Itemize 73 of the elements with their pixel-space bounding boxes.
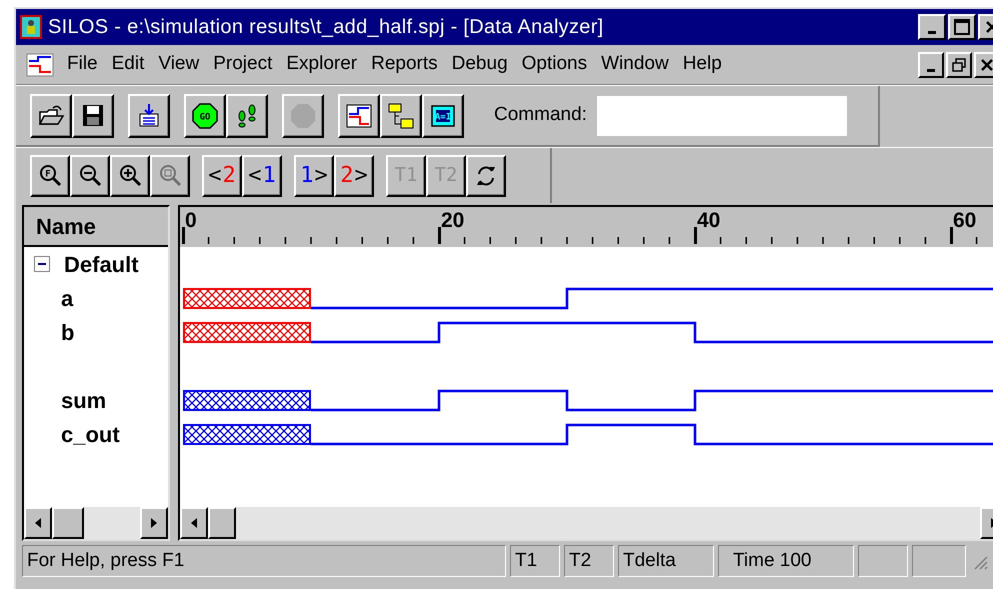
scroll-thumb[interactable] [52, 507, 84, 539]
major-tick [950, 227, 952, 244]
signal-name[interactable]: b [61, 316, 74, 348]
minimize-button[interactable] [918, 52, 944, 78]
go-sign-icon: GO [191, 102, 219, 130]
import-button[interactable] [128, 94, 170, 138]
scroll-left-button[interactable] [24, 507, 52, 539]
menu-item[interactable]: View [151, 50, 206, 79]
left-arrow-icon [190, 517, 198, 529]
open-button[interactable] [30, 94, 72, 138]
status-message: For Help, press F1 [22, 545, 506, 577]
signal-name[interactable]: sum [61, 384, 106, 416]
right-arrow-icon [150, 517, 158, 529]
previous-cursor-button[interactable]: <2 [202, 154, 242, 196]
close-icon [980, 58, 993, 72]
menu-item[interactable]: Help [676, 50, 729, 79]
app-icon [20, 15, 42, 39]
scroll-right-button[interactable] [140, 507, 168, 539]
status-panel [912, 545, 966, 577]
restore-icon [952, 58, 966, 72]
step-button[interactable] [226, 94, 268, 138]
waveform-button[interactable] [338, 94, 380, 138]
menu-item[interactable]: Options [514, 50, 594, 79]
maximize-button[interactable] [948, 14, 976, 40]
scroll-thumb[interactable] [208, 507, 236, 539]
menu-item[interactable]: Explorer [279, 50, 364, 79]
column-header[interactable]: Name [24, 207, 168, 247]
status-panel: T1 [510, 545, 560, 577]
major-tick [438, 227, 440, 244]
close-button[interactable] [974, 52, 993, 78]
menu-item[interactable]: Window [594, 50, 676, 79]
group-name[interactable]: Default [64, 248, 139, 280]
menu-item[interactable]: Debug [444, 50, 515, 79]
left-arrow-icon [34, 517, 42, 529]
restore-button[interactable] [946, 52, 972, 78]
previous-cursor-button[interactable]: <1 [242, 154, 282, 196]
menu-item[interactable]: Reports [364, 50, 445, 79]
status-panel: Time 100 [718, 545, 854, 577]
hierarchy-icon [387, 102, 415, 130]
time-label: 60 [953, 210, 976, 231]
waveform-icon [345, 102, 373, 130]
document-waveform-icon [26, 52, 54, 76]
maximize-icon [954, 19, 970, 35]
window-title: SILOS - e:\simulation results\t_add_half.spj - [Data Analyzer] [48, 15, 605, 40]
status-panel: T2 [564, 545, 614, 577]
minimize-icon [927, 68, 935, 72]
command-field[interactable] [596, 96, 847, 136]
save-button[interactable] [72, 94, 114, 138]
next-cursor-button[interactable]: 2> [334, 154, 374, 196]
menu-item[interactable]: Edit [104, 50, 152, 79]
status-panel: Tdelta [618, 545, 714, 577]
zoom-out-button[interactable] [70, 154, 110, 196]
next-cursor-button[interactable]: 1> [294, 154, 334, 196]
hierarchy-button[interactable] [380, 94, 422, 138]
status-panel [858, 545, 908, 577]
menu-item[interactable]: Project [206, 50, 280, 79]
menu-item[interactable]: File [60, 50, 105, 79]
time-label: 40 [697, 210, 720, 231]
signal-name[interactable]: c_out [61, 418, 120, 450]
go-button[interactable]: GO [184, 94, 226, 138]
signal-name[interactable]: a [61, 282, 74, 314]
zoom-fit-button[interactable]: F [30, 154, 70, 196]
minimize-icon [928, 31, 936, 34]
minimize-button[interactable] [918, 14, 946, 40]
major-tick [182, 227, 184, 244]
time-label: 0 [185, 210, 197, 231]
scroll-left-button[interactable] [180, 507, 208, 539]
major-tick [694, 227, 696, 244]
refresh-button[interactable] [466, 154, 506, 196]
zoom-in-button[interactable] [110, 154, 150, 196]
time-label: 20 [441, 210, 464, 231]
command-label: Command: [494, 103, 587, 128]
octagon-icon [289, 102, 317, 130]
